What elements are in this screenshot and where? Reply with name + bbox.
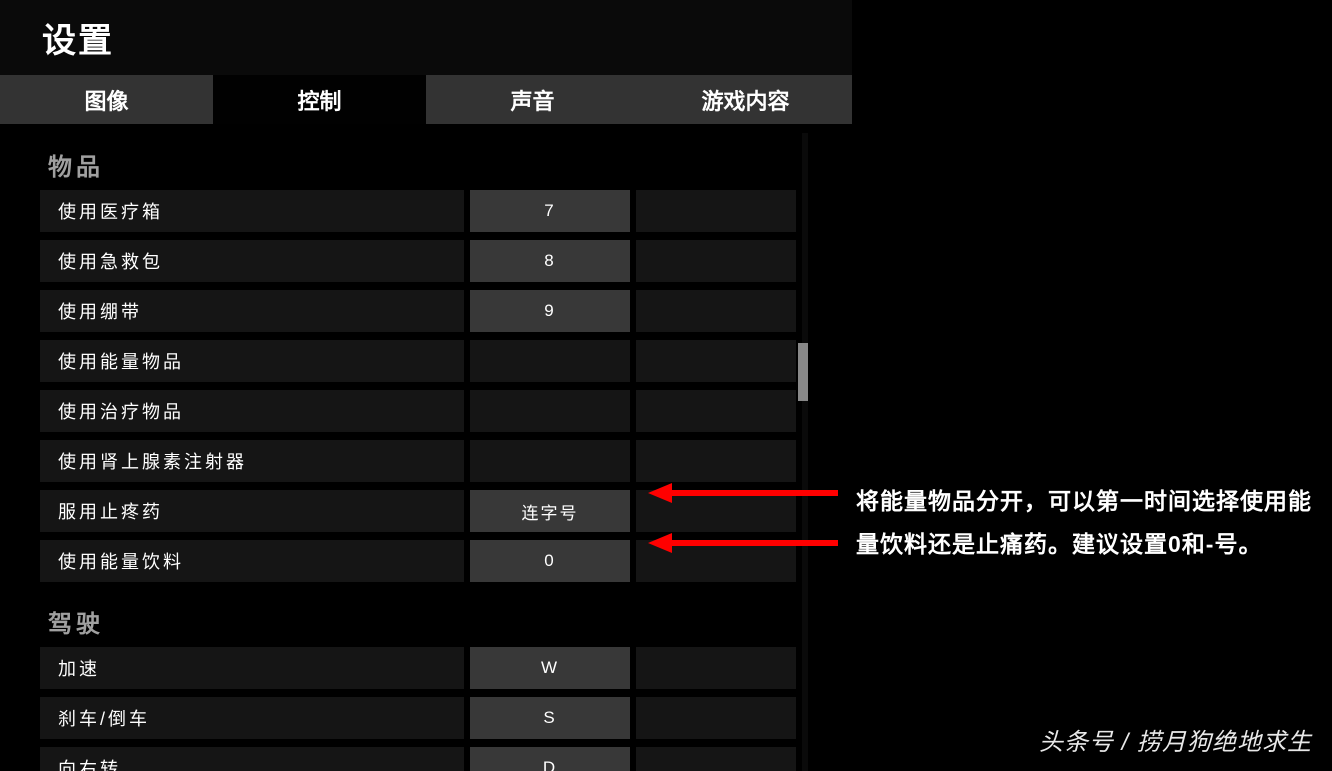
- keyslot-primary[interactable]: [470, 340, 630, 382]
- keyslot-primary[interactable]: W: [470, 647, 630, 689]
- annotation-arrow-2: [648, 538, 838, 548]
- page-title: 设置: [42, 13, 114, 62]
- binding-label: 使用急救包: [40, 240, 464, 282]
- keyslot-secondary[interactable]: [636, 647, 796, 689]
- keyslot-secondary[interactable]: [636, 240, 796, 282]
- binding-label: 使用能量物品: [40, 340, 464, 382]
- binding-label: 刹车/倒车: [40, 697, 464, 739]
- keyslot-primary[interactable]: [470, 390, 630, 432]
- binding-row: 使用急救包8: [40, 240, 808, 282]
- keyslot-primary[interactable]: 8: [470, 240, 630, 282]
- binding-label: 加速: [40, 647, 464, 689]
- keyslot-secondary[interactable]: [636, 340, 796, 382]
- keyslot-primary[interactable]: D: [470, 747, 630, 771]
- binding-label: 使用治疗物品: [40, 390, 464, 432]
- scrollbar-track[interactable]: [802, 133, 808, 771]
- annotation-text: 将能量物品分开，可以第一时间选择使用能量饮料还是止痛药。建议设置0和-号。: [856, 480, 1316, 565]
- binding-row: 使用医疗箱7: [40, 190, 808, 232]
- binding-label: 服用止疼药: [40, 490, 464, 532]
- section-title-0: 物品: [40, 133, 808, 190]
- binding-row: 向右转D: [40, 747, 808, 771]
- settings-content: 物品使用医疗箱7使用急救包8使用绷带9使用能量物品使用治疗物品使用肾上腺素注射器…: [40, 133, 808, 771]
- binding-row: 使用能量物品: [40, 340, 808, 382]
- settings-header: 设置: [0, 0, 852, 75]
- tab-1[interactable]: 控制: [213, 75, 426, 124]
- keyslot-primary[interactable]: 0: [470, 540, 630, 582]
- watermark: 头条号 / 捞月狗绝地求生: [1039, 722, 1312, 757]
- keyslot-secondary[interactable]: [636, 697, 796, 739]
- keyslot-primary[interactable]: S: [470, 697, 630, 739]
- binding-label: 使用肾上腺素注射器: [40, 440, 464, 482]
- tab-3[interactable]: 游戏内容: [639, 75, 852, 124]
- section-title-1: 驾驶: [40, 590, 808, 647]
- tab-2[interactable]: 声音: [426, 75, 639, 124]
- keyslot-secondary[interactable]: [636, 390, 796, 432]
- keyslot-primary[interactable]: 7: [470, 190, 630, 232]
- annotation-arrow-1: [648, 488, 838, 498]
- keyslot-primary[interactable]: [470, 440, 630, 482]
- binding-label: 向右转: [40, 747, 464, 771]
- tab-0[interactable]: 图像: [0, 75, 213, 124]
- keyslot-secondary[interactable]: [636, 190, 796, 232]
- keyslot-primary[interactable]: 9: [470, 290, 630, 332]
- binding-label: 使用医疗箱: [40, 190, 464, 232]
- binding-row: 加速W: [40, 647, 808, 689]
- keyslot-secondary[interactable]: [636, 747, 796, 771]
- keyslot-secondary[interactable]: [636, 290, 796, 332]
- binding-row: 使用绷带9: [40, 290, 808, 332]
- binding-row: 使用肾上腺素注射器: [40, 440, 808, 482]
- binding-label: 使用绷带: [40, 290, 464, 332]
- binding-row: 使用治疗物品: [40, 390, 808, 432]
- keyslot-primary[interactable]: 连字号: [470, 490, 630, 532]
- keyslot-secondary[interactable]: [636, 440, 796, 482]
- binding-label: 使用能量饮料: [40, 540, 464, 582]
- binding-row: 刹车/倒车S: [40, 697, 808, 739]
- scrollbar-thumb[interactable]: [798, 343, 808, 401]
- tabs-row: 图像控制声音游戏内容: [0, 75, 852, 124]
